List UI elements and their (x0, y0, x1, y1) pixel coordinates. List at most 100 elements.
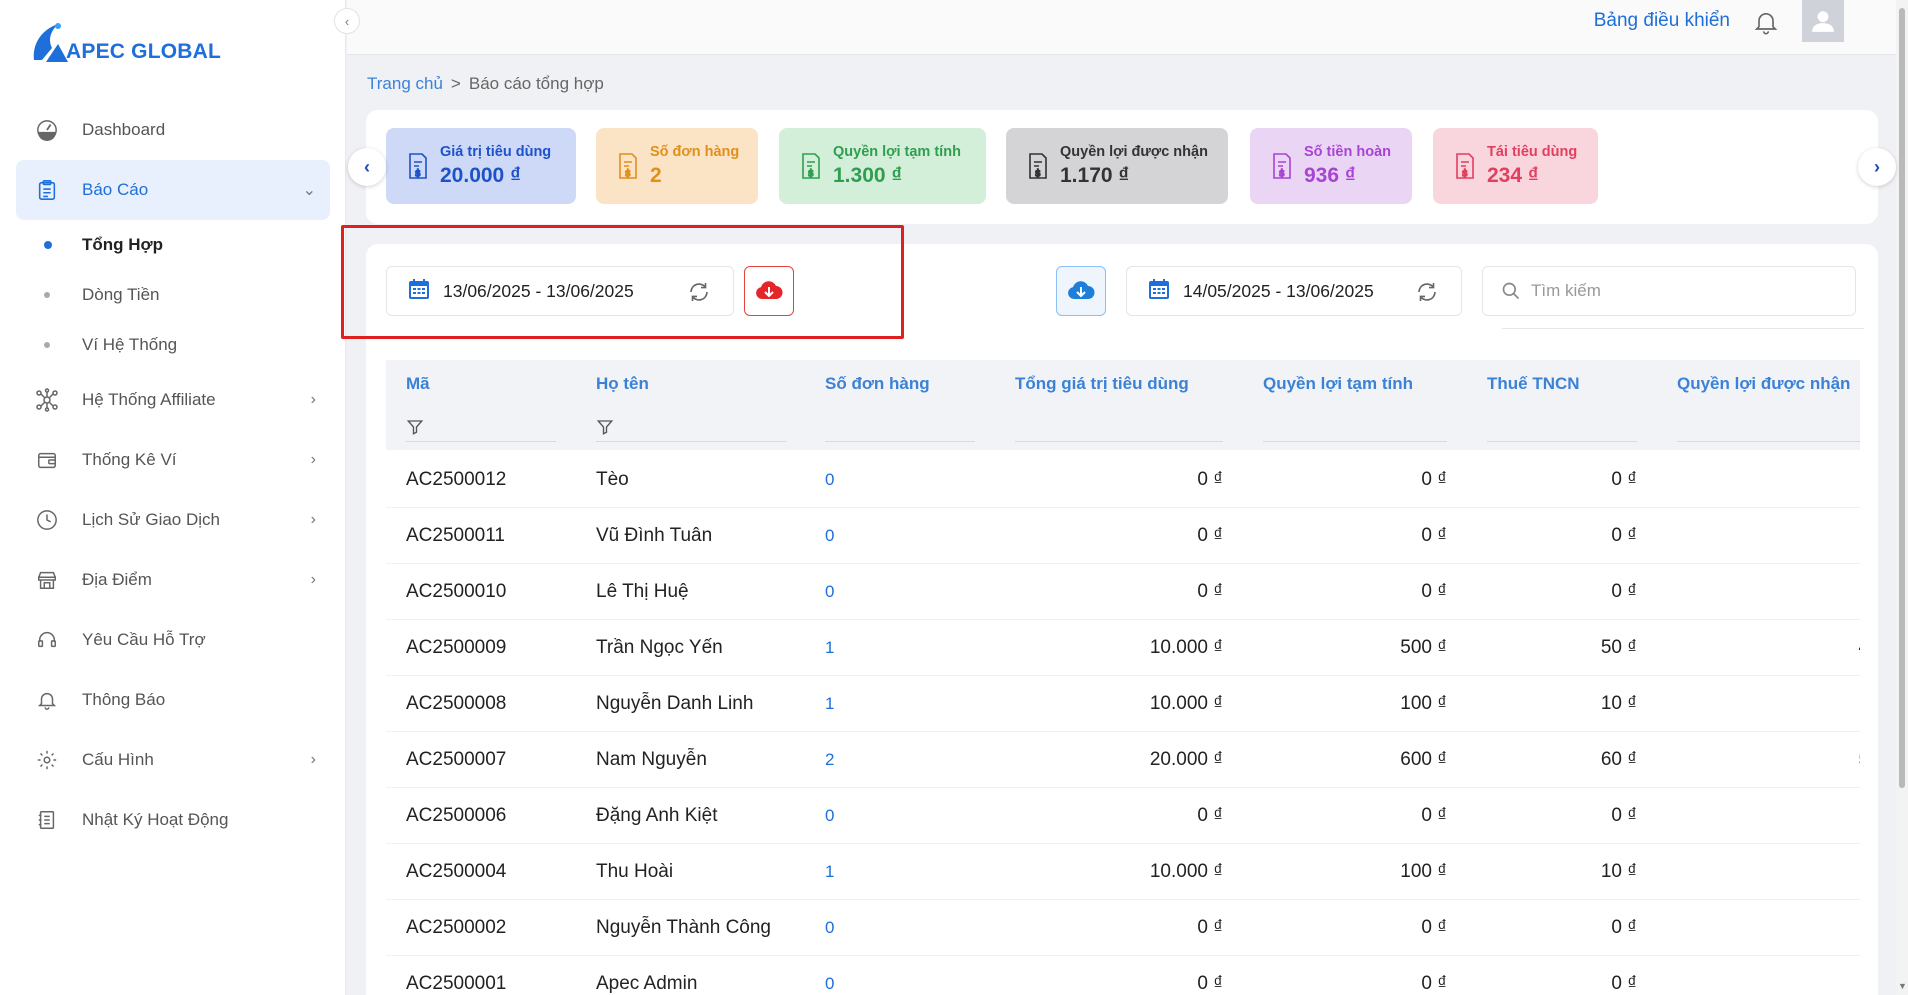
bullet-icon (44, 241, 52, 249)
refresh-icon[interactable] (687, 280, 711, 309)
sidebar-item-lich-su-giao-dich[interactable]: Lịch Sử Giao Dịch › (16, 490, 330, 550)
table-row[interactable]: AC2500012Tèo00 ₫0 ₫0 ₫( (386, 452, 1860, 508)
cell-tong-gia-tri: 10.000 ₫ (1149, 693, 1223, 714)
log-book-icon (34, 807, 60, 833)
sidebar-item-cau-hinh[interactable]: Cấu Hình › (16, 730, 330, 790)
cell-so-don-hang[interactable]: 0 (825, 956, 834, 995)
scrollbar-thumb[interactable] (1899, 8, 1905, 788)
notification-bell-icon[interactable] (1752, 8, 1780, 36)
sidebar-item-nhat-ky[interactable]: Nhật Ký Hoạt Động (16, 790, 330, 850)
left-date-range-picker[interactable]: 13/06/2025 - 13/06/2025 (386, 266, 734, 316)
sidebar-subitem-dong-tien[interactable]: Dòng Tiền (0, 270, 346, 320)
sidebar-item-thong-bao[interactable]: Thông Báo (16, 670, 330, 730)
cell-so-don-hang[interactable]: 0 (825, 788, 834, 844)
refresh-icon[interactable] (1415, 280, 1439, 309)
calendar-icon (1147, 277, 1171, 306)
column-header-quyen-loi-tam-tinh[interactable]: Quyền lợi tạm tính (1263, 374, 1413, 394)
breadcrumb-home-link[interactable]: Trang chủ (367, 74, 443, 94)
cell-so-don-hang[interactable]: 1 (825, 676, 834, 732)
export-left-button[interactable] (744, 266, 794, 316)
cell-ho-ten: Apec Admin (596, 973, 698, 994)
cell-so-don-hang[interactable]: 0 (825, 508, 834, 564)
column-header-ma[interactable]: Mã (406, 374, 430, 394)
sidebar-item-yeu-cau-ho-tro[interactable]: Yêu Cầu Hỗ Trợ (16, 610, 330, 670)
stat-label: Tái tiêu dùng (1487, 144, 1578, 160)
sidebar-item-dashboard[interactable]: Dashboard (16, 100, 330, 160)
cell-so-don-hang[interactable]: 2 (825, 732, 834, 788)
topbar: Bảng điều khiển (347, 0, 1908, 55)
sidebar-subitem-vi-he-thong[interactable]: Ví Hệ Thống (0, 320, 346, 370)
filter-ma[interactable] (406, 412, 556, 442)
sidebar-item-dia-diem[interactable]: Địa Điểm › (16, 550, 330, 610)
sidebar-item-label: Yêu Cầu Hỗ Trợ (82, 630, 206, 649)
sidebar-item-affiliate[interactable]: Hệ Thống Affiliate › (16, 370, 330, 430)
cell-quyen-loi-tam-tinh: 600 ₫ (1400, 749, 1447, 770)
stat-value: 936 ₫ (1304, 164, 1356, 187)
column-header-tong-gia-tri[interactable]: Tổng giá trị tiêu dùng (1015, 374, 1189, 394)
cell-thue-tncn: 0 ₫ (1611, 469, 1637, 490)
chevron-right-icon: › (310, 391, 316, 408)
cell-quyen-loi-tam-tinh: 0 ₫ (1421, 917, 1447, 938)
cell-thue-tncn: 0 ₫ (1611, 917, 1637, 938)
table-row[interactable]: AC2500011Vũ Đình Tuân00 ₫0 ₫0 ₫( (386, 508, 1860, 564)
sidebar-item-bao-cao[interactable]: Báo Cáo ⌄ (16, 160, 330, 220)
sidebar-item-label: Cấu Hình (82, 750, 154, 769)
table-row[interactable]: AC2500010Lê Thị Huệ00 ₫0 ₫0 ₫( (386, 564, 1860, 620)
cell-so-don-hang[interactable]: 1 (825, 844, 834, 900)
svg-text:$: $ (415, 169, 421, 179)
column-header-quyen-loi-duoc-nhan[interactable]: Quyền lợi được nhận (1677, 374, 1850, 394)
sidebar-item-label: Nhật Ký Hoạt Động (82, 810, 229, 829)
table-header: Mã Họ tên Số đơn hàng Tổng giá trị tiêu … (386, 360, 1860, 450)
export-right-button[interactable] (1056, 266, 1106, 316)
receipt-icon: $ (799, 152, 823, 180)
sidebar-collapse-button[interactable]: ‹ (334, 8, 360, 34)
cell-so-don-hang[interactable]: 0 (825, 900, 834, 956)
brand-logo[interactable]: APEC GLOBAL (28, 18, 221, 66)
svg-text:$: $ (1279, 169, 1285, 179)
breadcrumb-current: Báo cáo tổng hợp (468, 74, 604, 93)
table-row[interactable]: AC2500009 Trần Ngọc Yến 1 10.000 ₫ 500 ₫ 50 ₫… (386, 620, 1860, 676)
stat-label: Quyền lợi tạm tính (833, 144, 961, 160)
store-icon (34, 567, 60, 593)
cell-so-don-hang[interactable]: 0 (825, 452, 834, 508)
column-header-ho-ten[interactable]: Họ tên (596, 374, 649, 394)
chevron-right-icon: › (310, 511, 316, 528)
stat-card-tai-tieu-dung: $ Tái tiêu dùng 234 ₫ (1433, 128, 1598, 204)
filter-funnel-icon (406, 420, 424, 435)
sidebar-subitem-tong-hop[interactable]: Tổng Hợp (0, 220, 346, 270)
filter-funnel-icon (596, 420, 614, 435)
table-row[interactable]: AC2500007 Nam Nguyễn 2 20.000 ₫ 600 ₫ 60 ₫ 54( (386, 732, 1860, 788)
table-row[interactable]: AC2500006Đặng Anh Kiệt00 ₫0 ₫0 ₫( (386, 788, 1860, 844)
stats-next-button[interactable]: › (1858, 148, 1896, 186)
table-body: AC2500012Tèo00 ₫0 ₫0 ₫(AC2500011Vũ Đình … (386, 452, 1860, 995)
stats-prev-button[interactable]: ‹ (348, 148, 386, 186)
table-row[interactable]: AC2500001Apec Admin00 ₫0 ₫0 ₫( (386, 956, 1860, 995)
user-avatar[interactable] (1802, 0, 1844, 42)
filter-so-don-hang (825, 412, 975, 442)
column-header-thue-tncn[interactable]: Thuế TNCN (1487, 374, 1580, 394)
cell-so-don-hang[interactable]: 0 (825, 564, 834, 620)
sidebar-item-thong-ke-vi[interactable]: Thống Kê Ví › (16, 430, 330, 490)
search-field[interactable]: Tìm kiếm (1482, 266, 1856, 316)
cell-thue-tncn: 0 ₫ (1611, 525, 1637, 546)
cell-thue-tncn: 0 ₫ (1611, 805, 1637, 826)
filter-ho-ten[interactable] (596, 412, 786, 442)
right-date-range-picker[interactable]: 14/05/2025 - 13/06/2025 (1126, 266, 1462, 316)
table-row[interactable]: AC2500008 Nguyễn Danh Linh 1 10.000 ₫ 100 ₫ 1… (386, 676, 1860, 732)
cell-ma: AC2500010 (406, 581, 507, 602)
page-scrollbar[interactable]: ▼ (1896, 0, 1908, 995)
table-row[interactable]: AC2500004Thu Hoài110.000 ₫100 ₫10 ₫9( (386, 844, 1860, 900)
sidebar-item-label: Hệ Thống Affiliate (82, 390, 216, 409)
stat-label: Quyền lợi được nhận (1060, 144, 1208, 160)
cell-quyen-loi-tam-tinh: 0 ₫ (1421, 581, 1447, 602)
cell-tong-gia-tri: 0 ₫ (1197, 917, 1223, 938)
table-row[interactable]: AC2500002Nguyễn Thành Công00 ₫0 ₫0 ₫( (386, 900, 1860, 956)
cell-tong-gia-tri: 0 ₫ (1197, 581, 1223, 602)
column-header-so-don-hang[interactable]: Số đơn hàng (825, 374, 930, 394)
dashboard-link[interactable]: Bảng điều khiển (1594, 10, 1730, 32)
scroll-down-arrow-icon[interactable]: ▼ (1898, 981, 1907, 991)
brand-name: APEC GLOBAL (66, 40, 222, 63)
cell-quyen-loi-tam-tinh: 0 ₫ (1421, 973, 1447, 994)
cell-ho-ten: Vũ Đình Tuân (596, 525, 713, 546)
cell-so-don-hang[interactable]: 1 (825, 620, 834, 676)
